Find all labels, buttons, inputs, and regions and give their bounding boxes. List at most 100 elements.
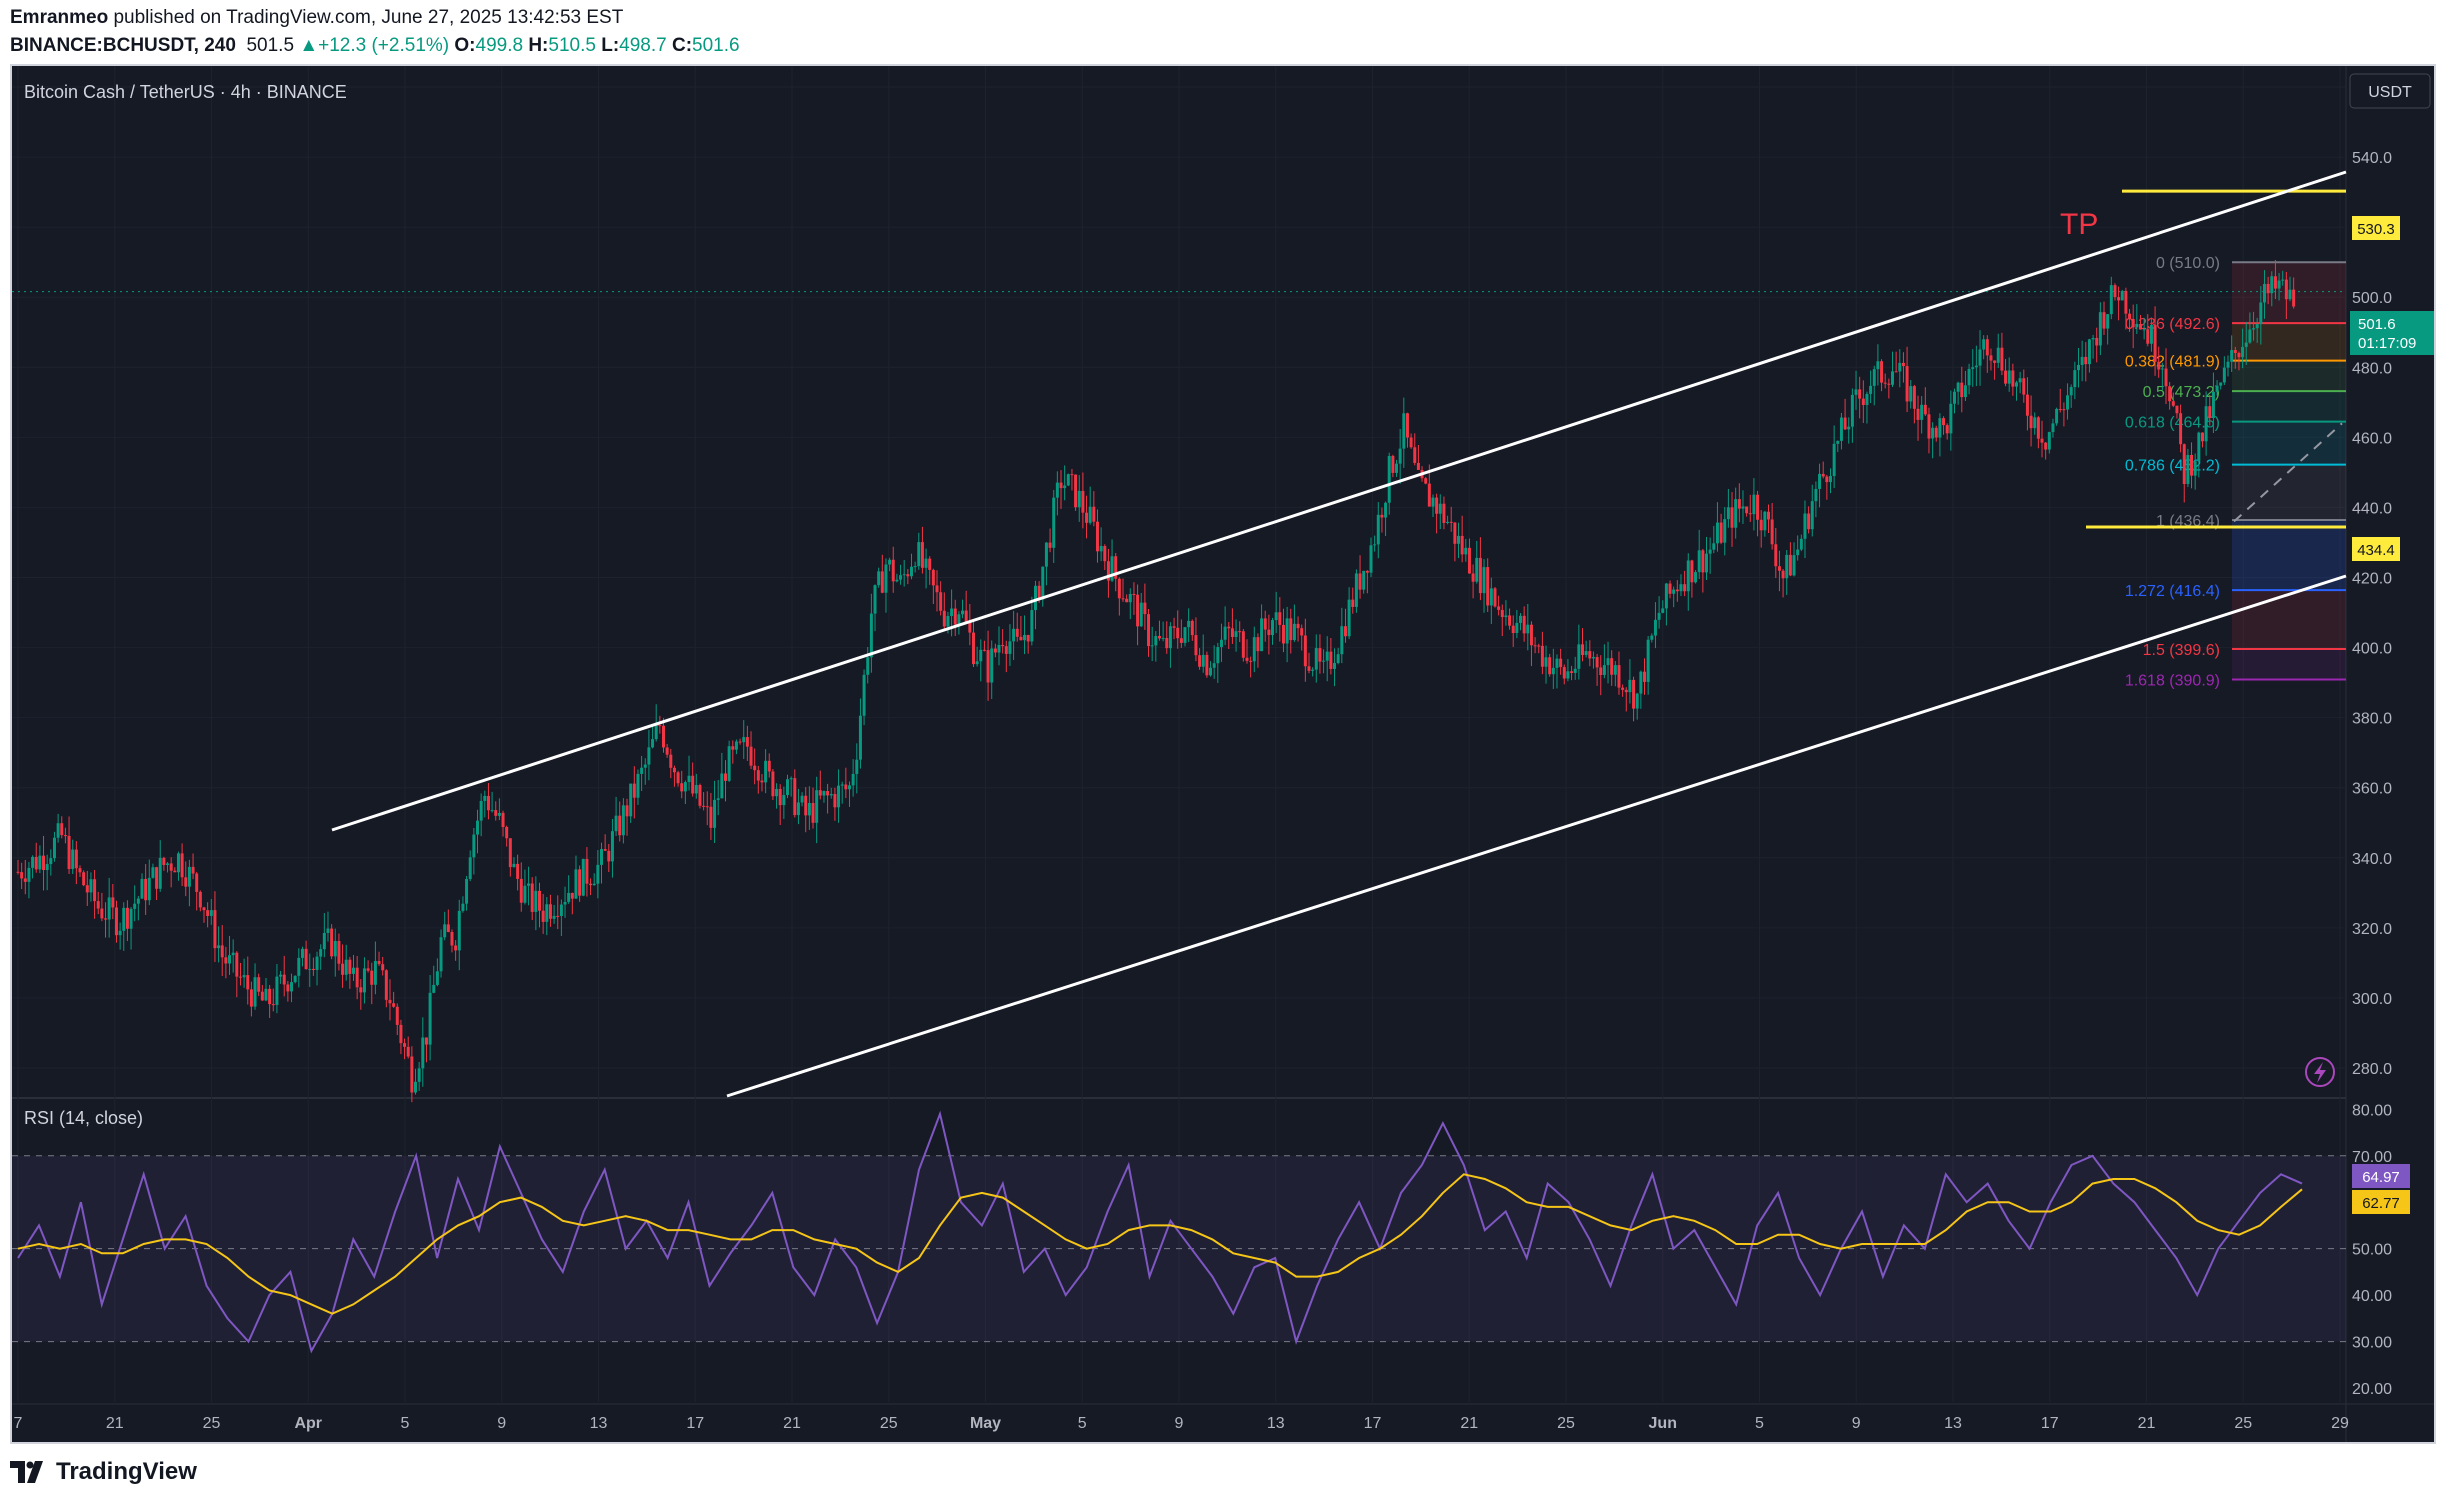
candle-body: [775, 788, 779, 797]
candle-body: [2022, 378, 2026, 395]
candle-body: [2241, 346, 2245, 358]
candle-body: [322, 932, 326, 950]
candle-body: [180, 853, 184, 878]
candle-body: [424, 1037, 428, 1045]
candle-body: [1639, 671, 1643, 694]
fib-level-label: 0.786 (452.2): [2125, 458, 2220, 475]
candle-body: [1033, 585, 1037, 611]
candle-body: [1139, 602, 1143, 627]
candle-body: [16, 871, 20, 873]
time-tick-label: May: [970, 1415, 1001, 1432]
candle-body: [1679, 584, 1683, 592]
time-tick-label: 5: [1755, 1415, 1764, 1432]
candle-body: [1796, 549, 1800, 556]
candle-body: [2248, 329, 2252, 343]
candle-body: [1949, 403, 1953, 434]
candle-body: [1661, 608, 1665, 613]
candle-body: [643, 764, 647, 768]
candle-body: [1504, 615, 1508, 618]
candle-body: [2244, 342, 2248, 347]
fib-zone: [2232, 590, 2346, 649]
candle-body: [607, 850, 611, 862]
candle-body: [767, 760, 771, 772]
candle-body: [1799, 538, 1803, 550]
candle-body: [20, 872, 24, 879]
candle-body: [501, 812, 505, 828]
candle-body: [1249, 660, 1253, 662]
rsi-tick-label: 70.00: [2352, 1149, 2392, 1166]
candle-body: [935, 585, 939, 593]
candle-body: [1147, 614, 1151, 647]
candle-body: [782, 795, 786, 806]
candle-body: [950, 608, 954, 617]
candle-body: [1653, 619, 1657, 636]
candle-body: [1351, 599, 1355, 607]
candle-body: [1730, 507, 1734, 528]
fib-zone: [2232, 391, 2346, 422]
candle-body: [1150, 645, 1154, 647]
candle-body: [1435, 497, 1439, 514]
candle-body: [1770, 519, 1774, 545]
currency-button[interactable]: USDT: [2349, 73, 2431, 109]
candle-body: [592, 883, 596, 886]
tradingview-logo[interactable]: TradingView: [10, 1456, 197, 1488]
candle-body: [384, 970, 388, 1000]
candle-body: [96, 901, 100, 909]
candle-body: [1756, 494, 1760, 520]
candle-body: [253, 977, 257, 1007]
candle-body: [731, 746, 735, 750]
chart-frame[interactable]: 0 (510.0) 0.236 (492.6) 0.382 (481.9) 0.5 (…: [10, 64, 2436, 1444]
candle-body: [567, 892, 571, 902]
candle-body: [833, 794, 837, 808]
candle-body: [450, 931, 454, 946]
candle-body: [508, 838, 512, 868]
candle-body: [100, 908, 104, 919]
candle-body: [381, 964, 385, 971]
candle-body: [490, 810, 494, 812]
candle-body: [2066, 395, 2070, 410]
candle-body: [2259, 302, 2263, 325]
candle-body: [2200, 432, 2204, 442]
candle-body: [1551, 667, 1555, 675]
candle-body: [2018, 378, 2022, 383]
candle-body: [1511, 625, 1515, 634]
candle-body: [1307, 666, 1311, 671]
time-tick-label: 25: [1557, 1415, 1575, 1432]
candle-body: [31, 856, 35, 868]
price-chart[interactable]: 0 (510.0)0.236 (492.6)0.382 (481.9)0.5 (…: [12, 66, 2434, 1442]
candle-body: [1475, 557, 1479, 582]
candle-body: [902, 574, 906, 576]
candle-body: [377, 960, 381, 965]
symbol-label: BINANCE:BCHUSDT, 240: [10, 35, 236, 56]
candle-body: [789, 778, 793, 780]
candle-body: [764, 760, 768, 783]
candle-body: [979, 649, 983, 662]
candle-body: [2135, 323, 2139, 328]
candle-body: [1497, 606, 1501, 610]
candle-body: [1095, 521, 1099, 552]
candle-body: [249, 989, 253, 1007]
candle-body: [1683, 584, 1687, 592]
candle-body: [847, 785, 851, 790]
time-tick-label: 21: [106, 1415, 124, 1432]
author-name[interactable]: Emranmeo: [10, 7, 108, 28]
candle-body: [1880, 361, 1884, 383]
candle-body: [1971, 367, 1975, 369]
candle-body: [85, 885, 89, 893]
candle-body: [1621, 687, 1625, 690]
candle-body: [2175, 405, 2179, 414]
price-tick-label: 500.0: [2352, 290, 2392, 307]
candle-body: [1675, 589, 1679, 592]
candle-body: [1912, 386, 1916, 409]
candle-body: [176, 853, 180, 873]
candle-body: [1405, 413, 1409, 438]
candle-body: [858, 715, 862, 760]
candle-body: [1325, 651, 1329, 661]
candle-body: [1044, 542, 1048, 567]
candle-body: [1584, 651, 1588, 655]
time-tick-label: 21: [1460, 1415, 1478, 1432]
candle-body: [2153, 324, 2157, 362]
price-tick-label: 420.0: [2352, 570, 2392, 587]
candle-body: [468, 857, 472, 880]
candle-body: [895, 579, 899, 582]
